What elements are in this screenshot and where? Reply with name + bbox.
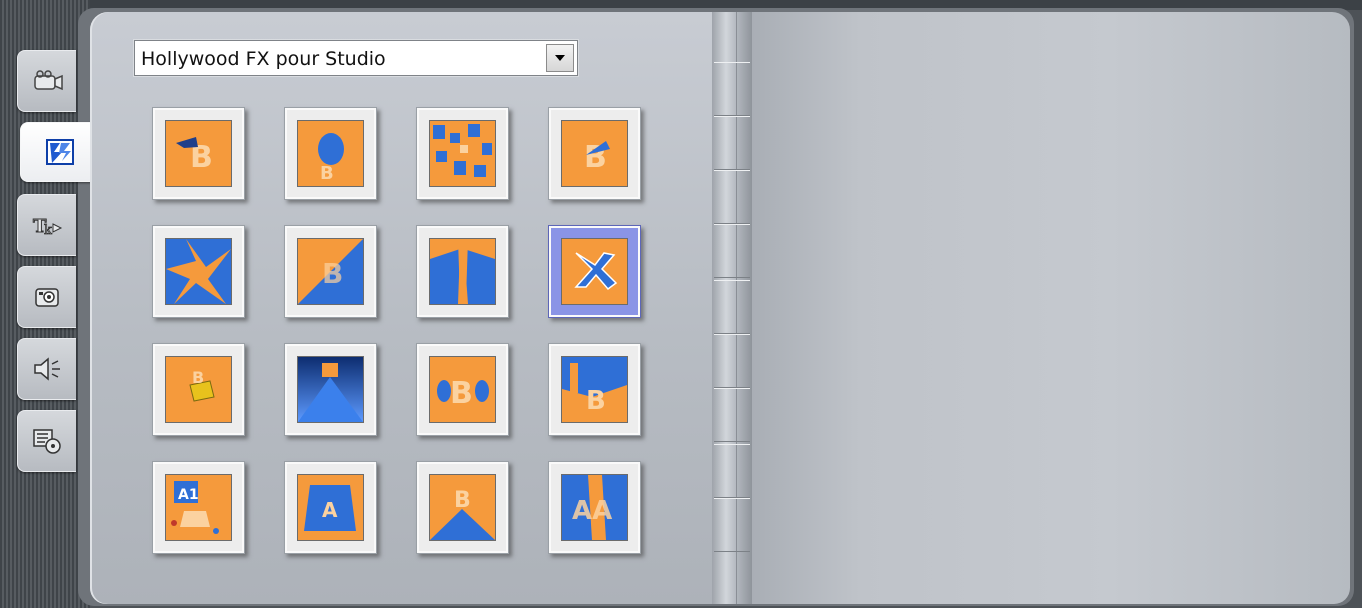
transition-thumbnail[interactable] [416, 107, 509, 200]
transition-thumbnail[interactable]: B [284, 107, 377, 200]
transition-preview: A1 [166, 475, 231, 540]
transition-thumbnail[interactable]: B [284, 225, 377, 318]
transition-preview [562, 239, 627, 304]
transition-preview: B [166, 121, 231, 186]
transition-thumbnail[interactable] [284, 343, 377, 436]
video-camera-icon [34, 70, 63, 91]
transition-preview [298, 357, 363, 422]
transition-thumbnail[interactable]: AA [548, 461, 641, 554]
titles-icon: T k [33, 216, 63, 238]
transition-thumbnail-selected[interactable] [548, 225, 641, 318]
transition-preview: A [298, 475, 363, 540]
svg-text:B: B [586, 386, 606, 416]
svg-text:B: B [322, 257, 343, 290]
transition-preview: B [430, 475, 495, 540]
chevron-down-icon [555, 55, 565, 61]
transition-thumbnail[interactable]: B [416, 343, 509, 436]
transition-preview: B [430, 357, 495, 422]
transition-thumbnail[interactable]: B [152, 107, 245, 200]
speaker-icon [34, 357, 60, 381]
transitions-icon [46, 139, 74, 165]
tab-photos[interactable] [17, 266, 76, 328]
transition-preview: B [298, 239, 363, 304]
svg-text:B: B [450, 376, 473, 411]
transition-thumbnail[interactable]: B [548, 107, 641, 200]
transition-set-select[interactable]: Hollywood FX pour Studio [134, 40, 578, 76]
svg-text:B: B [192, 368, 204, 387]
transition-preview: B [562, 357, 627, 422]
tab-video[interactable] [17, 50, 76, 112]
svg-text:B: B [454, 488, 471, 513]
svg-text:A: A [322, 498, 338, 522]
tab-menus[interactable] [17, 410, 76, 472]
transition-thumbnail[interactable] [152, 225, 245, 318]
transition-preview: B [562, 121, 627, 186]
transition-preview [430, 239, 495, 304]
transition-preview: AA [562, 475, 627, 540]
tab-titles[interactable]: T k [17, 194, 76, 256]
svg-text:B: B [320, 163, 334, 184]
transition-preview: B [166, 357, 231, 422]
svg-text:A1: A1 [178, 487, 199, 503]
dropdown-arrow-button[interactable] [546, 44, 574, 72]
transition-preview [430, 121, 495, 186]
photo-camera-icon [35, 288, 59, 307]
disc-menu-icon [33, 429, 61, 454]
album-right-page [752, 12, 1350, 604]
transition-thumbnail[interactable]: B [152, 343, 245, 436]
svg-text:AA: AA [572, 496, 612, 526]
svg-text:k: k [44, 223, 52, 238]
transition-thumbnail[interactable]: A1 [152, 461, 245, 554]
transition-thumbnail[interactable]: A [284, 461, 377, 554]
album-spine [712, 12, 752, 604]
transition-thumbnail[interactable] [416, 225, 509, 318]
transition-preview [166, 239, 231, 304]
transition-preview: B [298, 121, 363, 186]
tab-audio[interactable] [17, 338, 76, 400]
transition-set-value: Hollywood FX pour Studio [141, 48, 386, 70]
transition-thumbnail[interactable]: B [416, 461, 509, 554]
transition-thumbnail[interactable]: B [548, 343, 641, 436]
